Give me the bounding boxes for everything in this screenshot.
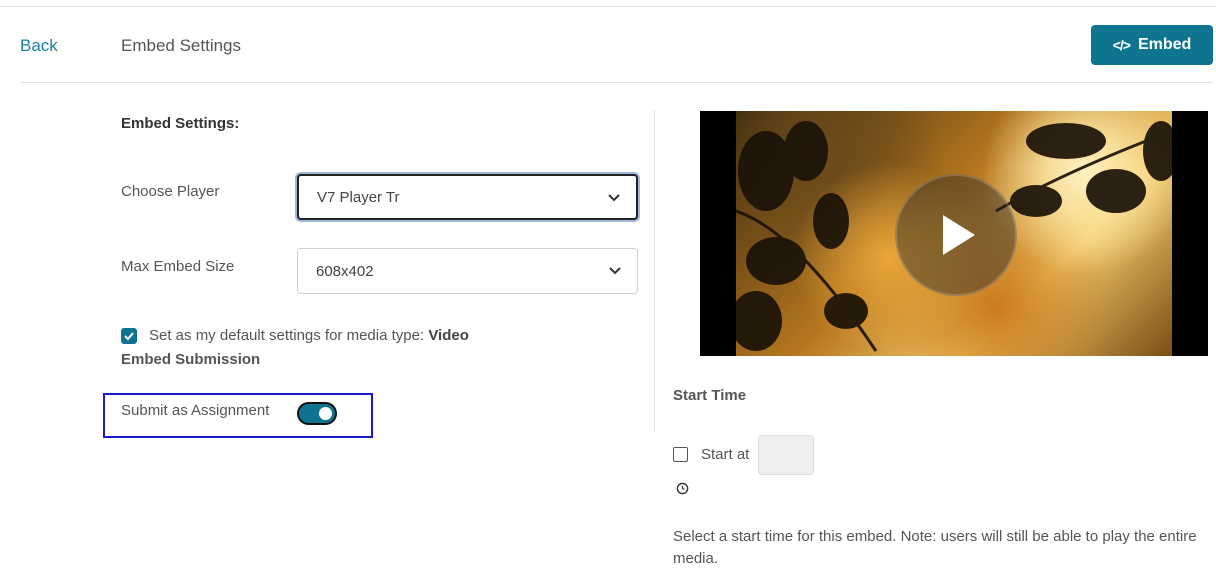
- start-at-checkbox[interactable]: [673, 447, 688, 462]
- start-time-help-text: Select a start time for this embed. Note…: [673, 528, 1197, 567]
- submit-assignment-label: Submit as Assignment: [121, 402, 270, 419]
- embed-button-label: Embed: [1137, 36, 1192, 53]
- code-icon: </>: [1112, 37, 1131, 53]
- back-link[interactable]: Back: [20, 36, 58, 56]
- choose-player-value: V7 Player Tr: [317, 188, 400, 206]
- play-button[interactable]: [895, 174, 1017, 296]
- video-preview[interactable]: [700, 111, 1208, 356]
- max-embed-size-select[interactable]: 608x402: [297, 248, 638, 294]
- column-divider: [654, 110, 655, 432]
- default-settings-prefix: Set as my default settings for media typ…: [149, 327, 425, 344]
- section-title: Embed Settings:: [121, 115, 240, 132]
- chevron-down-icon: [608, 194, 620, 202]
- clock-icon[interactable]: [676, 482, 689, 495]
- start-time-title: Start Time: [673, 387, 747, 404]
- default-settings-text: Set as my default settings for media typ…: [149, 327, 469, 344]
- embed-button[interactable]: </> Embed: [1091, 25, 1213, 65]
- submit-assignment-toggle[interactable]: [297, 402, 337, 425]
- play-icon: [943, 215, 975, 255]
- max-embed-size-label: Max Embed Size: [121, 258, 235, 275]
- start-at-label: Start at: [701, 446, 750, 463]
- start-time-input[interactable]: [758, 435, 814, 475]
- max-embed-size-value: 608x402: [316, 262, 374, 280]
- toggle-knob: [319, 407, 332, 420]
- page-title: Embed Settings: [121, 36, 242, 55]
- top-divider: [0, 6, 1216, 7]
- embed-submission-heading: Embed Submission: [121, 351, 261, 368]
- checkmark-icon: [124, 332, 134, 341]
- default-settings-checkbox[interactable]: [121, 328, 137, 344]
- choose-player-label: Choose Player: [121, 183, 220, 200]
- chevron-down-icon: [609, 267, 621, 275]
- header-divider: [20, 82, 1213, 83]
- choose-player-select[interactable]: V7 Player Tr: [297, 174, 638, 220]
- default-media-type: Video: [428, 327, 469, 344]
